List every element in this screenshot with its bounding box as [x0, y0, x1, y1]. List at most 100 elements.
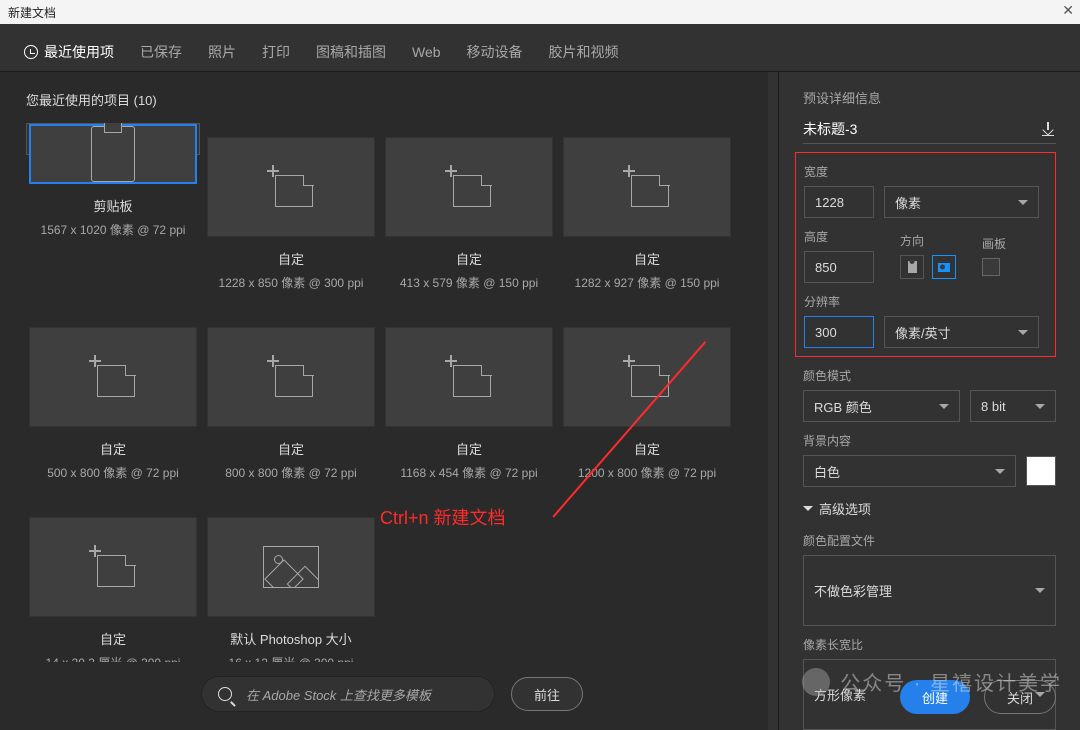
- new-doc-icon: [619, 163, 675, 211]
- preset-card[interactable]: 自定413 x 579 像素 @ 150 ppi: [382, 123, 556, 301]
- chevron-down-icon: [939, 404, 949, 409]
- tab-recent[interactable]: 最近使用项: [22, 32, 116, 74]
- preset-meta: 16 x 12 厘米 @ 300 ppi: [229, 654, 354, 662]
- tab-web[interactable]: Web: [410, 34, 443, 72]
- orientation-label: 方向: [900, 232, 956, 249]
- preset-meta: 500 x 800 像素 @ 72 ppi: [47, 464, 179, 481]
- watermark: 公众号 · 星禧设计美学: [802, 667, 1062, 696]
- tab-mobile[interactable]: 移动设备: [465, 32, 525, 74]
- new-doc-icon: [263, 353, 319, 401]
- tab-art[interactable]: 图稿和插图: [314, 32, 388, 74]
- tab-print[interactable]: 打印: [260, 32, 292, 74]
- new-doc-icon: [263, 163, 319, 211]
- preset-card[interactable]: 自定 800 x 800 像素 @ 72 ppi: [204, 313, 378, 491]
- preset-card[interactable]: 自定1200 x 800 像素 @ 72 ppi: [560, 313, 734, 491]
- tab-film[interactable]: 胶片和视频: [547, 32, 621, 74]
- preset-thumb: [29, 327, 197, 427]
- advanced-toggle[interactable]: 高级选项: [803, 499, 1056, 518]
- dialog: 最近使用项 已保存 照片 打印 图稿和插图 Web 移动设备 胶片和视频 您最近…: [0, 24, 1080, 730]
- preset-meta: 1168 x 454 像素 @ 72 ppi: [400, 464, 537, 481]
- tab-bar: 最近使用项 已保存 照片 打印 图稿和插图 Web 移动设备 胶片和视频: [0, 24, 1080, 72]
- preset-card[interactable]: 默认 Photoshop 大小 16 x 12 厘米 @ 300 ppi: [204, 503, 378, 662]
- wechat-icon: [802, 668, 830, 696]
- preset-label: 自定: [278, 439, 304, 458]
- preset-meta: 1200 x 800 像素 @ 72 ppi: [578, 464, 716, 481]
- preset-thumb: [29, 124, 197, 184]
- preset-card[interactable]: 剪贴板1567 x 1020 像素 @ 72 ppi: [26, 123, 200, 155]
- preset-card[interactable]: 自定500 x 800 像素 @ 72 ppi: [26, 313, 200, 491]
- preset-thumb: [207, 517, 375, 617]
- close-icon[interactable]: ✕: [1062, 2, 1074, 19]
- bg-select[interactable]: 白色: [803, 455, 1016, 487]
- preset-card[interactable]: 自定 1282 x 927 像素 @ 150 ppi: [560, 123, 734, 301]
- preset-label: 自定: [278, 249, 304, 268]
- new-doc-icon: [441, 353, 497, 401]
- preset-panel: 您最近使用的项目 (10) 剪贴板1567 x 1020 像素 @ 72 ppi…: [0, 72, 768, 730]
- resolution-label: 分辨率: [804, 293, 1047, 310]
- bitdepth-select[interactable]: 8 bit: [970, 390, 1056, 422]
- tab-saved[interactable]: 已保存: [138, 32, 184, 74]
- save-preset-icon[interactable]: [1040, 122, 1056, 136]
- orientation-portrait-button[interactable]: [900, 255, 924, 279]
- resolution-input[interactable]: [804, 316, 874, 348]
- preset-grid: 剪贴板1567 x 1020 像素 @ 72 ppi 自定 1228 x 850 像…: [26, 123, 758, 662]
- preset-card[interactable]: 自定 1168 x 454 像素 @ 72 ppi: [382, 313, 556, 491]
- preset-scroll[interactable]: 剪贴板1567 x 1020 像素 @ 72 ppi 自定 1228 x 850 像…: [26, 123, 758, 662]
- resolution-unit-select[interactable]: 像素/英寸: [884, 316, 1039, 348]
- preset-thumb: [385, 137, 553, 237]
- width-input[interactable]: [804, 186, 874, 218]
- preset-label: 自定: [634, 249, 660, 268]
- new-doc-icon: [619, 353, 675, 401]
- preset-meta: 14 x 20.3 厘米 @ 300 ppi: [46, 654, 181, 662]
- artboard-checkbox[interactable]: [982, 258, 1000, 276]
- preset-thumb: [563, 137, 731, 237]
- colormode-label: 颜色模式: [803, 367, 1056, 384]
- dialog-body: 您最近使用的项目 (10) 剪贴板1567 x 1020 像素 @ 72 ppi…: [0, 72, 1080, 730]
- preset-label: 自定: [456, 249, 482, 268]
- height-label: 高度: [804, 228, 874, 245]
- image-icon: [263, 546, 319, 588]
- chevron-down-icon: [1018, 200, 1028, 205]
- chevron-down-icon: [1035, 404, 1045, 409]
- bg-swatch[interactable]: [1026, 456, 1056, 486]
- window-title: 新建文档: [8, 4, 56, 21]
- colormode-select[interactable]: RGB 颜色: [803, 390, 960, 422]
- bg-label: 背景内容: [803, 432, 1056, 449]
- preset-thumb: [385, 327, 553, 427]
- new-doc-icon: [441, 163, 497, 211]
- stock-search-input[interactable]: 在 Adobe Stock 上查找更多模板: [201, 676, 495, 712]
- tab-photo[interactable]: 照片: [206, 32, 238, 74]
- chevron-down-icon: [1035, 588, 1045, 593]
- details-panel: 预设详细信息 未标题-3 宽度 像素 高度: [778, 72, 1080, 730]
- orientation-landscape-button[interactable]: [932, 255, 956, 279]
- document-name-input[interactable]: 未标题-3: [803, 119, 857, 139]
- preset-meta: 1228 x 850 像素 @ 300 ppi: [219, 274, 364, 291]
- preset-thumb: [29, 517, 197, 617]
- width-label: 宽度: [804, 163, 1047, 180]
- search-row: 在 Adobe Stock 上查找更多模板 前往: [26, 676, 758, 712]
- preset-meta: 1282 x 927 像素 @ 150 ppi: [575, 274, 720, 291]
- preset-thumb: [207, 137, 375, 237]
- preset-meta: 1567 x 1020 像素 @ 72 ppi: [41, 221, 186, 238]
- preset-label: 默认 Photoshop 大小: [230, 629, 351, 648]
- preset-label: 自定: [100, 629, 126, 648]
- preset-thumb: [207, 327, 375, 427]
- chevron-down-icon: [995, 469, 1005, 474]
- triangle-down-icon: [803, 506, 813, 511]
- artboard-label: 画板: [982, 235, 1006, 252]
- scrollbar[interactable]: [768, 72, 778, 730]
- chevron-down-icon: [1018, 330, 1028, 335]
- preset-card[interactable]: 自定 1228 x 850 像素 @ 300 ppi: [204, 123, 378, 301]
- preset-card[interactable]: 自定 14 x 20.3 厘米 @ 300 ppi: [26, 503, 200, 662]
- highlight-box: 宽度 像素 高度 方向: [795, 152, 1056, 357]
- search-placeholder: 在 Adobe Stock 上查找更多模板: [246, 685, 431, 704]
- clipboard-icon: [91, 126, 135, 182]
- height-input[interactable]: [804, 251, 874, 283]
- preset-label: 自定: [456, 439, 482, 458]
- unit-select[interactable]: 像素: [884, 186, 1039, 218]
- go-button[interactable]: 前往: [511, 677, 583, 711]
- clock-icon: [24, 45, 38, 59]
- new-doc-icon: [85, 543, 141, 591]
- preset-meta: 800 x 800 像素 @ 72 ppi: [225, 464, 357, 481]
- profile-select[interactable]: 不做色彩管理: [803, 555, 1056, 626]
